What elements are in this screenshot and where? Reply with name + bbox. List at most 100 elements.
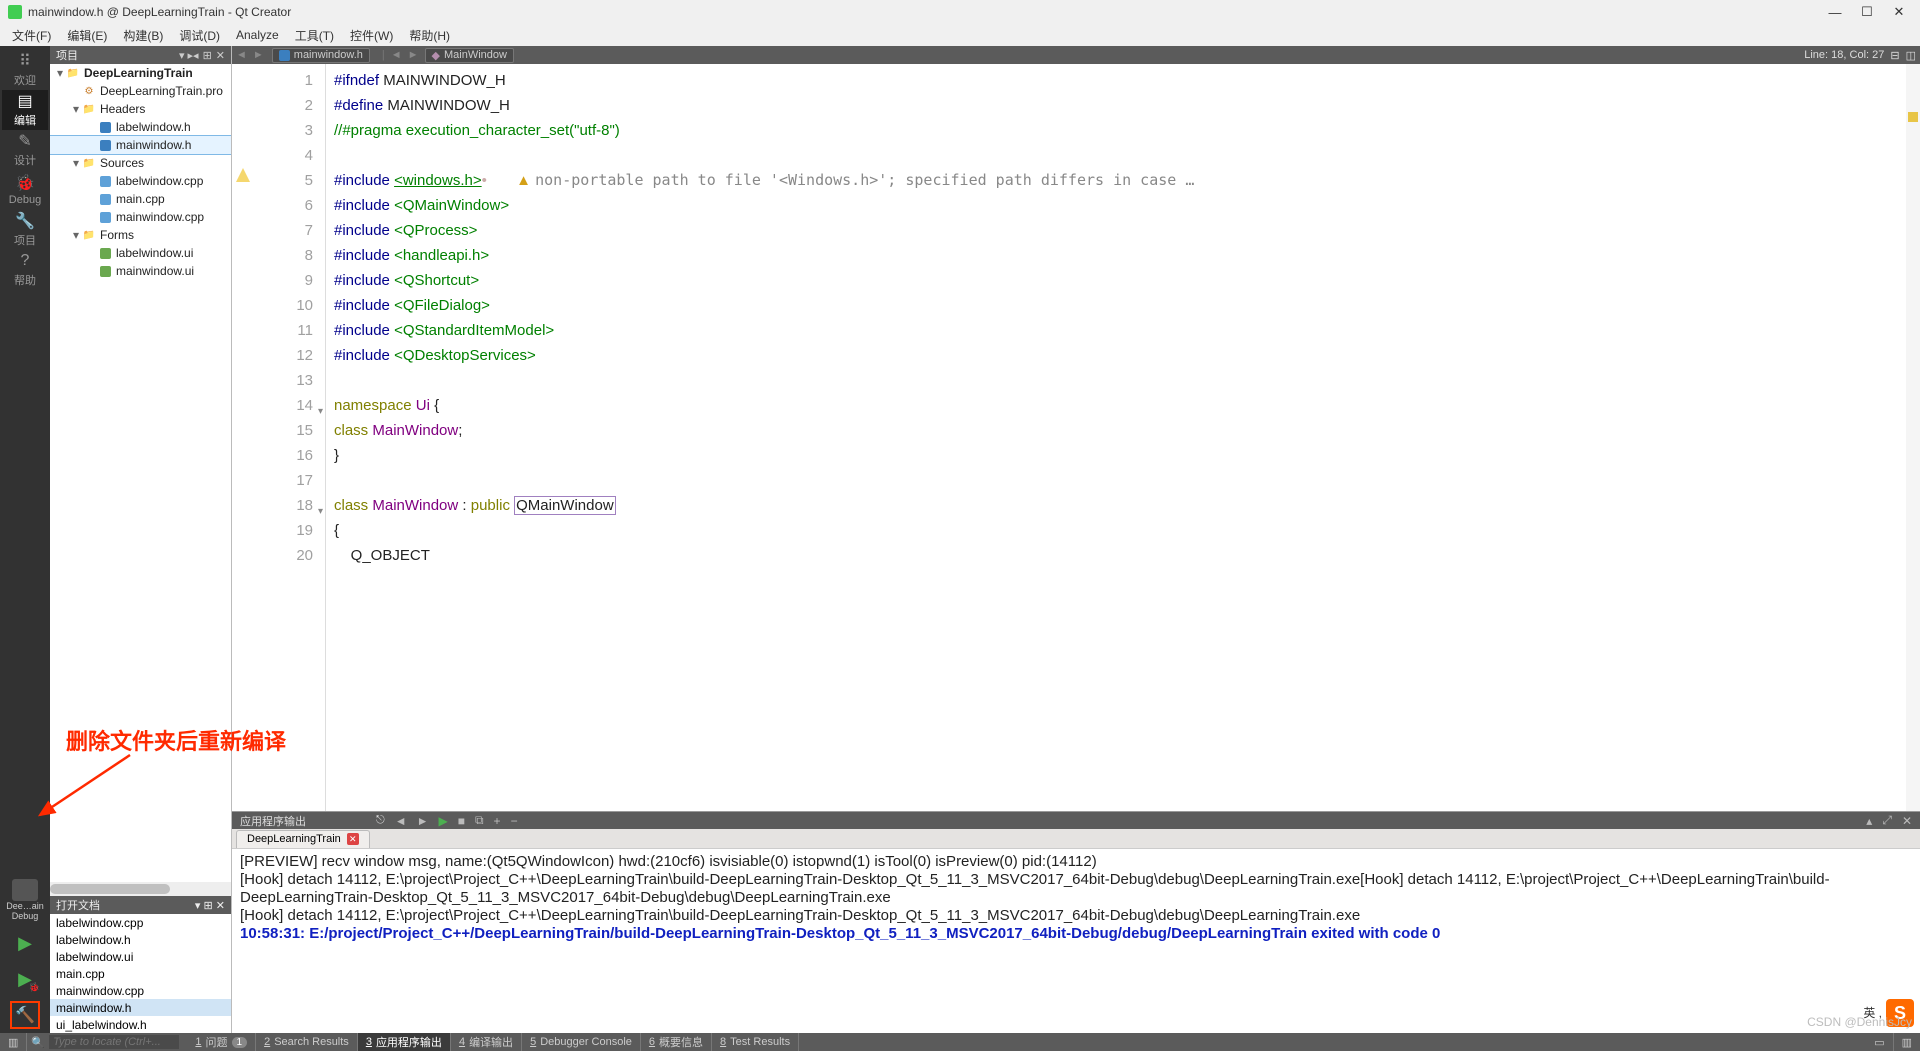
menu-item[interactable]: 构建(B) [115, 25, 171, 46]
output-stop-icon[interactable]: ■ [458, 814, 465, 828]
tree-node[interactable]: ▾📁Sources [50, 154, 231, 172]
menu-item[interactable]: 控件(W) [342, 25, 401, 46]
menu-item[interactable]: 帮助(H) [401, 25, 458, 46]
open-doc-item[interactable]: mainwindow.cpp [50, 982, 231, 999]
tree-node[interactable]: ⚙DeepLearningTrain.pro [50, 82, 231, 100]
open-docs-title: 打开文档 [56, 897, 100, 913]
output-attach-icon[interactable]: ⧉ [475, 813, 484, 828]
project-tree[interactable]: ▾📁DeepLearningTrain⚙DeepLearningTrain.pr… [50, 64, 231, 882]
output-tab[interactable]: DeepLearningTrain ✕ [236, 830, 370, 848]
symbol-selector[interactable]: ◆MainWindow [425, 48, 514, 63]
tree-node[interactable]: ▾📁Headers [50, 100, 231, 118]
status-tab[interactable]: 8 Test Results [712, 1033, 799, 1051]
output-expand-icon[interactable]: ⤢ [1882, 813, 1892, 828]
code-content[interactable]: #ifndef MAINWINDOW_H#define MAINWINDOW_H… [326, 64, 1920, 811]
split-h-icon[interactable]: ⊟ [1890, 49, 1899, 62]
output-close-icon[interactable]: ✕ [1902, 814, 1912, 828]
progress-indicator[interactable]: ▭ [1866, 1033, 1893, 1051]
output-text[interactable]: [PREVIEW] recv window msg, name:(Qt5QWin… [232, 849, 1920, 1033]
line-col-indicator[interactable]: Line: 18, Col: 27 [1804, 49, 1884, 61]
output-title: 应用程序输出 [240, 813, 306, 829]
status-tab[interactable]: 2 Search Results [256, 1033, 358, 1051]
output-tab-close-icon[interactable]: ✕ [347, 833, 359, 845]
window-title: mainwindow.h @ DeepLearningTrain - Qt Cr… [28, 5, 1828, 19]
status-tab[interactable]: 3 应用程序输出 [358, 1033, 451, 1051]
close-button[interactable]: ✕ [1892, 5, 1906, 19]
debug-run-button[interactable]: ▶🐞 [2, 961, 48, 997]
line-number-gutter[interactable]: 1234567891011121314▾15161718▾1920 [254, 64, 326, 811]
toggle-right-sidebar-button[interactable]: ▥ [1894, 1033, 1920, 1051]
mode-欢迎[interactable]: ⠿欢迎 [2, 50, 48, 90]
output-remove-icon[interactable]: − [511, 814, 518, 828]
menu-item[interactable]: Analyze [228, 26, 287, 44]
mode-Debug[interactable]: 🐞Debug [2, 170, 48, 210]
open-docs-menu-icon[interactable]: ▾ [195, 900, 201, 912]
status-tab[interactable]: 6 概要信息 [641, 1033, 712, 1051]
locator[interactable]: 🔍 [27, 1035, 187, 1049]
minimize-button[interactable]: — [1828, 5, 1842, 19]
locator-input[interactable] [49, 1035, 179, 1049]
status-tab[interactable]: 4 编译输出 [451, 1033, 522, 1051]
mode-项目[interactable]: 🔧项目 [2, 210, 48, 250]
menu-item[interactable]: 编辑(E) [59, 25, 115, 46]
menu-bar: 文件(F)编辑(E)构建(B)调试(D)Analyze工具(T)控件(W)帮助(… [0, 24, 1920, 46]
build-button[interactable]: 🔨 [10, 1001, 40, 1029]
open-doc-item[interactable]: ui_labelwindow.h [50, 1016, 231, 1033]
tree-node[interactable]: ▾📁Forms [50, 226, 231, 244]
output-prev-icon[interactable]: ◄ [395, 814, 407, 828]
tree-node[interactable]: mainwindow.ui [50, 262, 231, 280]
nav-fwd-icon[interactable]: ► [253, 49, 264, 61]
minimap-scrollbar[interactable] [1906, 64, 1920, 811]
kit-selector[interactable]: Dee…ain Debug [2, 879, 48, 921]
open-documents-list[interactable]: labelwindow.cpplabelwindow.hlabelwindow.… [50, 914, 231, 1033]
bookmark-prev-icon[interactable]: ◄ [391, 49, 402, 61]
search-icon: 🔍 [31, 1036, 45, 1049]
output-filter-icon[interactable]: ⎋ [376, 814, 385, 827]
open-doc-item[interactable]: labelwindow.ui [50, 948, 231, 965]
menu-item[interactable]: 文件(F) [4, 25, 59, 46]
tree-node[interactable]: mainwindow.cpp [50, 208, 231, 226]
bookmark-next-icon[interactable]: ► [408, 49, 419, 61]
menu-item[interactable]: 工具(T) [287, 25, 342, 46]
tree-hscrollbar[interactable] [50, 882, 231, 896]
toggle-sidebar-button[interactable]: ▥ [0, 1033, 27, 1051]
code-editor[interactable]: 1234567891011121314▾15161718▾1920 #ifnde… [232, 64, 1920, 811]
mode-编辑[interactable]: ▤编辑 [2, 90, 48, 130]
tree-node[interactable]: labelwindow.ui [50, 244, 231, 262]
output-next-icon[interactable]: ► [417, 814, 429, 828]
maximize-button[interactable]: ☐ [1860, 5, 1874, 19]
output-up-icon[interactable]: ▴ [1866, 814, 1872, 828]
open-doc-item[interactable]: mainwindow.h [50, 999, 231, 1016]
current-symbol-label: MainWindow [444, 49, 507, 61]
status-tab[interactable]: 5 Debugger Console [522, 1033, 641, 1051]
file-selector[interactable]: mainwindow.h [272, 48, 370, 63]
mode-帮助[interactable]: ?帮助 [2, 250, 48, 290]
editor-toolbar: ◄ ► mainwindow.h | ◄ ► ◆MainWindow Line:… [232, 46, 1920, 64]
tree-node[interactable]: labelwindow.cpp [50, 172, 231, 190]
tree-node[interactable]: ▾📁DeepLearningTrain [50, 64, 231, 82]
tree-node[interactable]: mainwindow.h [50, 136, 231, 154]
output-tab-label: DeepLearningTrain [247, 833, 341, 845]
side-panel: 项目 ▾ ▸◂ ⊞ ✕ ▾📁DeepLearningTrain⚙DeepLear… [50, 46, 232, 1033]
open-doc-item[interactable]: labelwindow.cpp [50, 914, 231, 931]
kit-name: Dee…ain [6, 901, 44, 911]
project-filter-icon[interactable]: ▾ ▸◂ [179, 49, 199, 62]
menu-item[interactable]: 调试(D) [171, 25, 228, 46]
nav-back-icon[interactable]: ◄ [236, 49, 247, 61]
tree-node[interactable]: main.cpp [50, 190, 231, 208]
window-title-bar: mainwindow.h @ DeepLearningTrain - Qt Cr… [0, 0, 1920, 24]
kit-config: Debug [12, 911, 39, 921]
project-close-icon[interactable]: ✕ [216, 49, 225, 62]
project-split-icon[interactable]: ⊞ [203, 49, 212, 62]
open-docs-close-icon[interactable]: ✕ [216, 900, 225, 912]
output-rerun-icon[interactable]: ▶ [438, 814, 447, 828]
output-add-icon[interactable]: + [494, 814, 501, 828]
status-tab[interactable]: 1 问题 1 [187, 1033, 256, 1051]
tree-node[interactable]: labelwindow.h [50, 118, 231, 136]
open-doc-item[interactable]: labelwindow.h [50, 931, 231, 948]
run-button[interactable]: ▶ [2, 925, 48, 961]
mode-设计[interactable]: ✎设计 [2, 130, 48, 170]
open-doc-item[interactable]: main.cpp [50, 965, 231, 982]
split-v-icon[interactable]: ◫ [1906, 49, 1916, 62]
open-docs-split-icon[interactable]: ⊞ [204, 900, 213, 912]
